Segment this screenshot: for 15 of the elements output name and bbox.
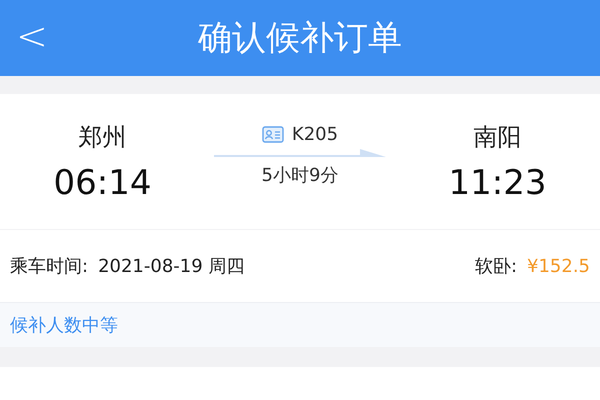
arrow-icon bbox=[214, 149, 386, 159]
waitlist-notice: 候补人数中等 bbox=[10, 314, 118, 337]
back-button[interactable]: < bbox=[8, 14, 56, 58]
ticket-price: ¥152.5 bbox=[527, 256, 590, 276]
departure-time: 06:14 bbox=[54, 162, 152, 202]
ride-date: 2021-08-19 周四 bbox=[98, 255, 244, 278]
date-label: 乘车时间: bbox=[10, 255, 88, 278]
arrival-time: 11:23 bbox=[448, 162, 546, 202]
train-number: K205 bbox=[292, 124, 338, 145]
id-card-icon bbox=[262, 126, 284, 143]
duration: 5小时9分 bbox=[262, 164, 338, 187]
seat-label: 软卧: bbox=[474, 255, 518, 278]
page-title: 确认候补订单 bbox=[198, 17, 402, 60]
departure-station: 郑州 bbox=[78, 122, 126, 152]
arrival-station: 南阳 bbox=[474, 122, 522, 152]
